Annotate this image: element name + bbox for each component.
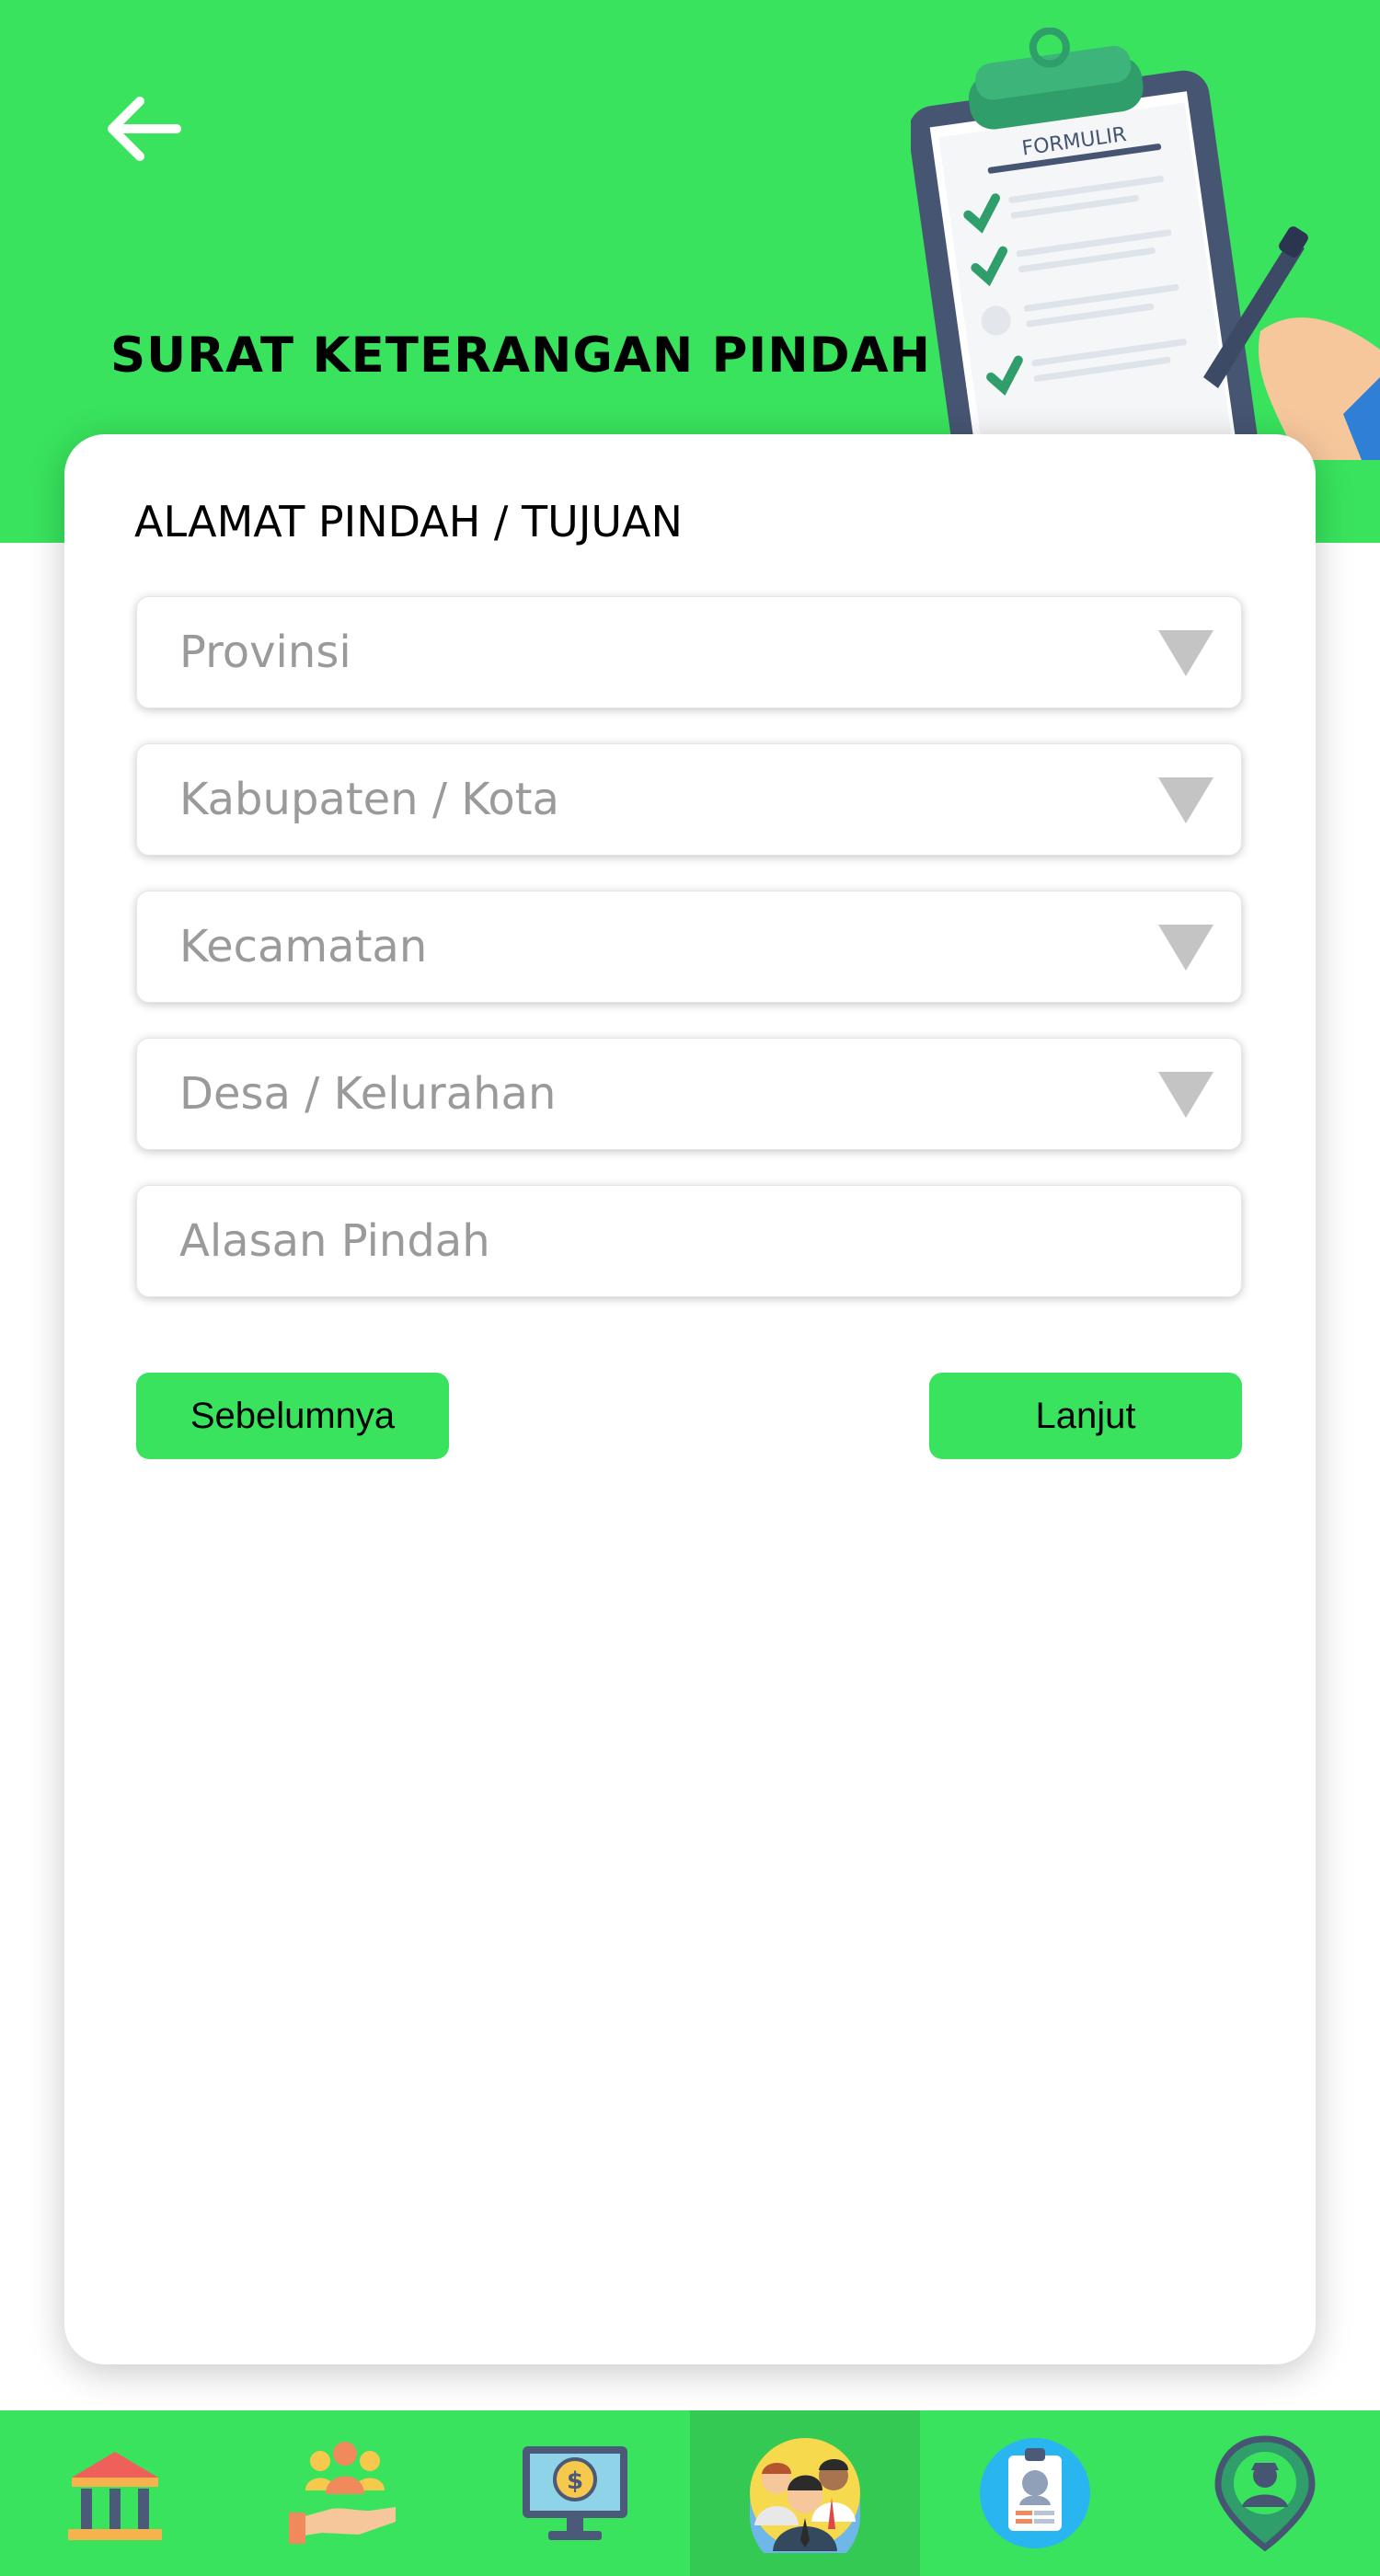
back-button[interactable] (99, 85, 188, 173)
province-dropdown[interactable]: Provinsi (136, 596, 1242, 708)
reason-input[interactable]: Alasan Pindah (136, 1185, 1242, 1297)
id-card-icon (980, 2438, 1090, 2548)
previous-button[interactable]: Sebelumnya (136, 1373, 449, 1459)
village-placeholder: Desa / Kelurahan (179, 1068, 557, 1120)
district-dropdown[interactable]: Kecamatan (136, 891, 1242, 1003)
svg-text:$: $ (567, 2467, 583, 2495)
nav-item-population[interactable] (690, 2410, 920, 2576)
nav-item-finance[interactable]: $ (460, 2410, 690, 2576)
dropdown-arrow-icon (1158, 1072, 1213, 1118)
regency-city-dropdown[interactable]: Kabupaten / Kota (136, 743, 1242, 856)
community-hand-icon (289, 2442, 396, 2544)
village-dropdown[interactable]: Desa / Kelurahan (136, 1038, 1242, 1150)
regency-city-placeholder: Kabupaten / Kota (179, 774, 559, 825)
dropdown-arrow-icon (1158, 777, 1213, 823)
arrow-left-icon (108, 97, 181, 161)
reason-placeholder: Alasan Pindah (179, 1215, 490, 1267)
nav-item-location[interactable] (1150, 2410, 1380, 2576)
province-placeholder: Provinsi (179, 627, 351, 678)
nav-item-government[interactable] (0, 2410, 230, 2576)
people-group-icon (750, 2438, 860, 2553)
dropdown-arrow-icon (1158, 630, 1213, 676)
dropdown-arrow-icon (1158, 925, 1213, 971)
district-placeholder: Kecamatan (179, 921, 428, 972)
location-person-icon (1214, 2435, 1316, 2552)
next-button[interactable]: Lanjut (929, 1373, 1242, 1459)
form-card: ALAMAT PINDAH / TUJUAN Provinsi Kabupate… (64, 434, 1316, 2364)
section-title: ALAMAT PINDAH / TUJUAN (134, 497, 683, 546)
money-monitor-icon: $ (523, 2446, 627, 2540)
nav-item-identity[interactable] (920, 2410, 1150, 2576)
nav-item-community[interactable] (230, 2410, 460, 2576)
page-title: SURAT KETERANGAN PINDAH (110, 328, 931, 384)
government-building-icon (68, 2452, 162, 2540)
bottom-navigation: $ (0, 2410, 1380, 2576)
clipboard-form-illustration: FORMULIR (911, 28, 1380, 460)
